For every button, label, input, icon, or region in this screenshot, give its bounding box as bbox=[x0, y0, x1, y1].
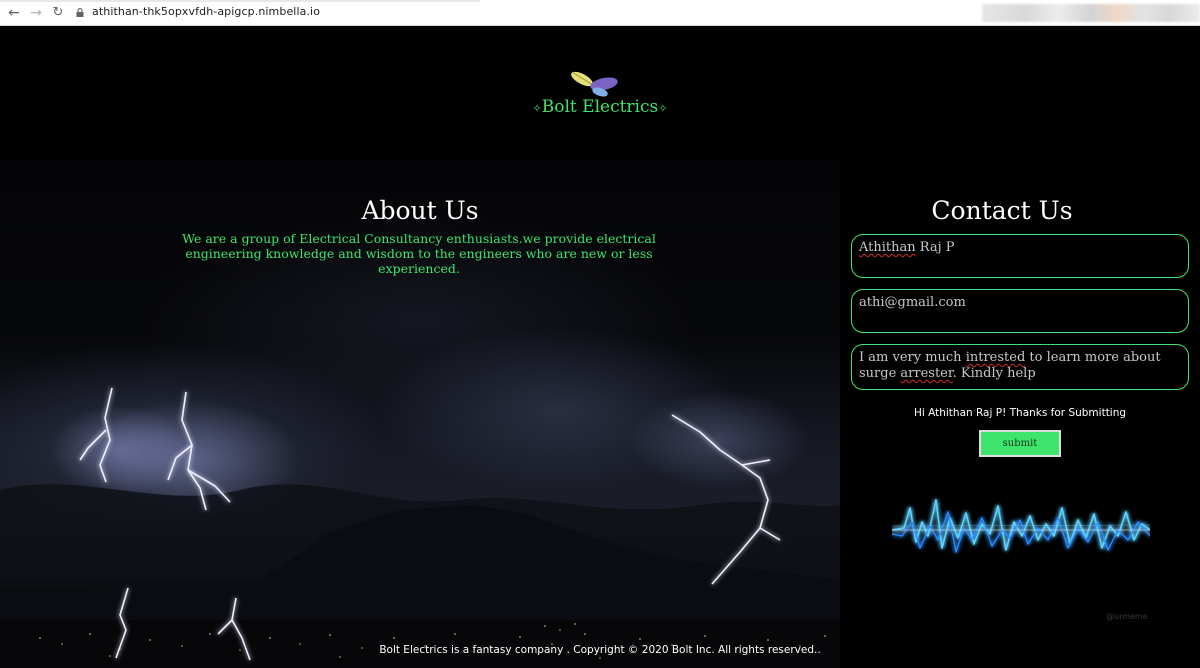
page-load-progress bbox=[0, 0, 480, 2]
back-arrow-icon[interactable]: ← bbox=[4, 3, 24, 23]
message-part-1: I am very much bbox=[859, 350, 966, 365]
message-part-3: . Kindly help bbox=[952, 366, 1036, 381]
message-textarea[interactable]: I am very much intrested to learn more a… bbox=[851, 344, 1189, 390]
about-us-description: We are a group of Electrical Consultancy… bbox=[182, 231, 656, 276]
message-misspelled-1: intrested bbox=[965, 350, 1026, 365]
ornament-left-icon: ✧ bbox=[532, 102, 542, 115]
electric-wave-image bbox=[892, 478, 1150, 582]
name-first-word: Athithan bbox=[859, 240, 916, 255]
about-us-heading: About Us bbox=[361, 196, 479, 225]
email-value: athi@gmail.com bbox=[859, 295, 966, 310]
contact-us-heading: Contact Us bbox=[931, 196, 1073, 225]
forward-arrow-icon[interactable]: → bbox=[26, 3, 46, 23]
name-rest: Raj P bbox=[915, 240, 955, 255]
page: ✧Bolt Electrics✧ About Us We are a group… bbox=[0, 26, 1200, 668]
site-header: ✧Bolt Electrics✧ bbox=[0, 26, 1200, 160]
lock-icon bbox=[76, 8, 84, 17]
email-field[interactable]: athi@gmail.com bbox=[851, 289, 1189, 333]
extensions-area bbox=[982, 4, 1200, 22]
leaf-logo-icon bbox=[571, 71, 618, 97]
brand-name[interactable]: ✧Bolt Electrics✧ bbox=[0, 97, 1200, 117]
submit-button[interactable]: submit bbox=[978, 429, 1062, 458]
reload-icon[interactable]: ↻ bbox=[48, 3, 68, 23]
contact-section: Contact Us Athithan Raj P athi@gmail.com… bbox=[840, 160, 1200, 668]
brand-name-text: Bolt Electrics bbox=[541, 97, 659, 117]
image-watermark: @urmeme bbox=[1106, 612, 1148, 621]
message-misspelled-2: arrester bbox=[900, 366, 953, 381]
browser-toolbar: ← → ↻ athithan-thk5opxvfdh-apigcp.nimbel… bbox=[0, 0, 1200, 26]
ornament-right-icon: ✧ bbox=[658, 102, 668, 115]
name-field[interactable]: Athithan Raj P bbox=[851, 234, 1189, 278]
site-footer: Bolt Electrics is a fantasy company . Co… bbox=[379, 644, 821, 656]
submission-confirmation: Hi Athithan Raj P! Thanks for Submitting bbox=[913, 407, 1127, 419]
address-bar-url[interactable]: athithan-thk5opxvfdh-apigcp.nimbella.io bbox=[92, 5, 320, 18]
